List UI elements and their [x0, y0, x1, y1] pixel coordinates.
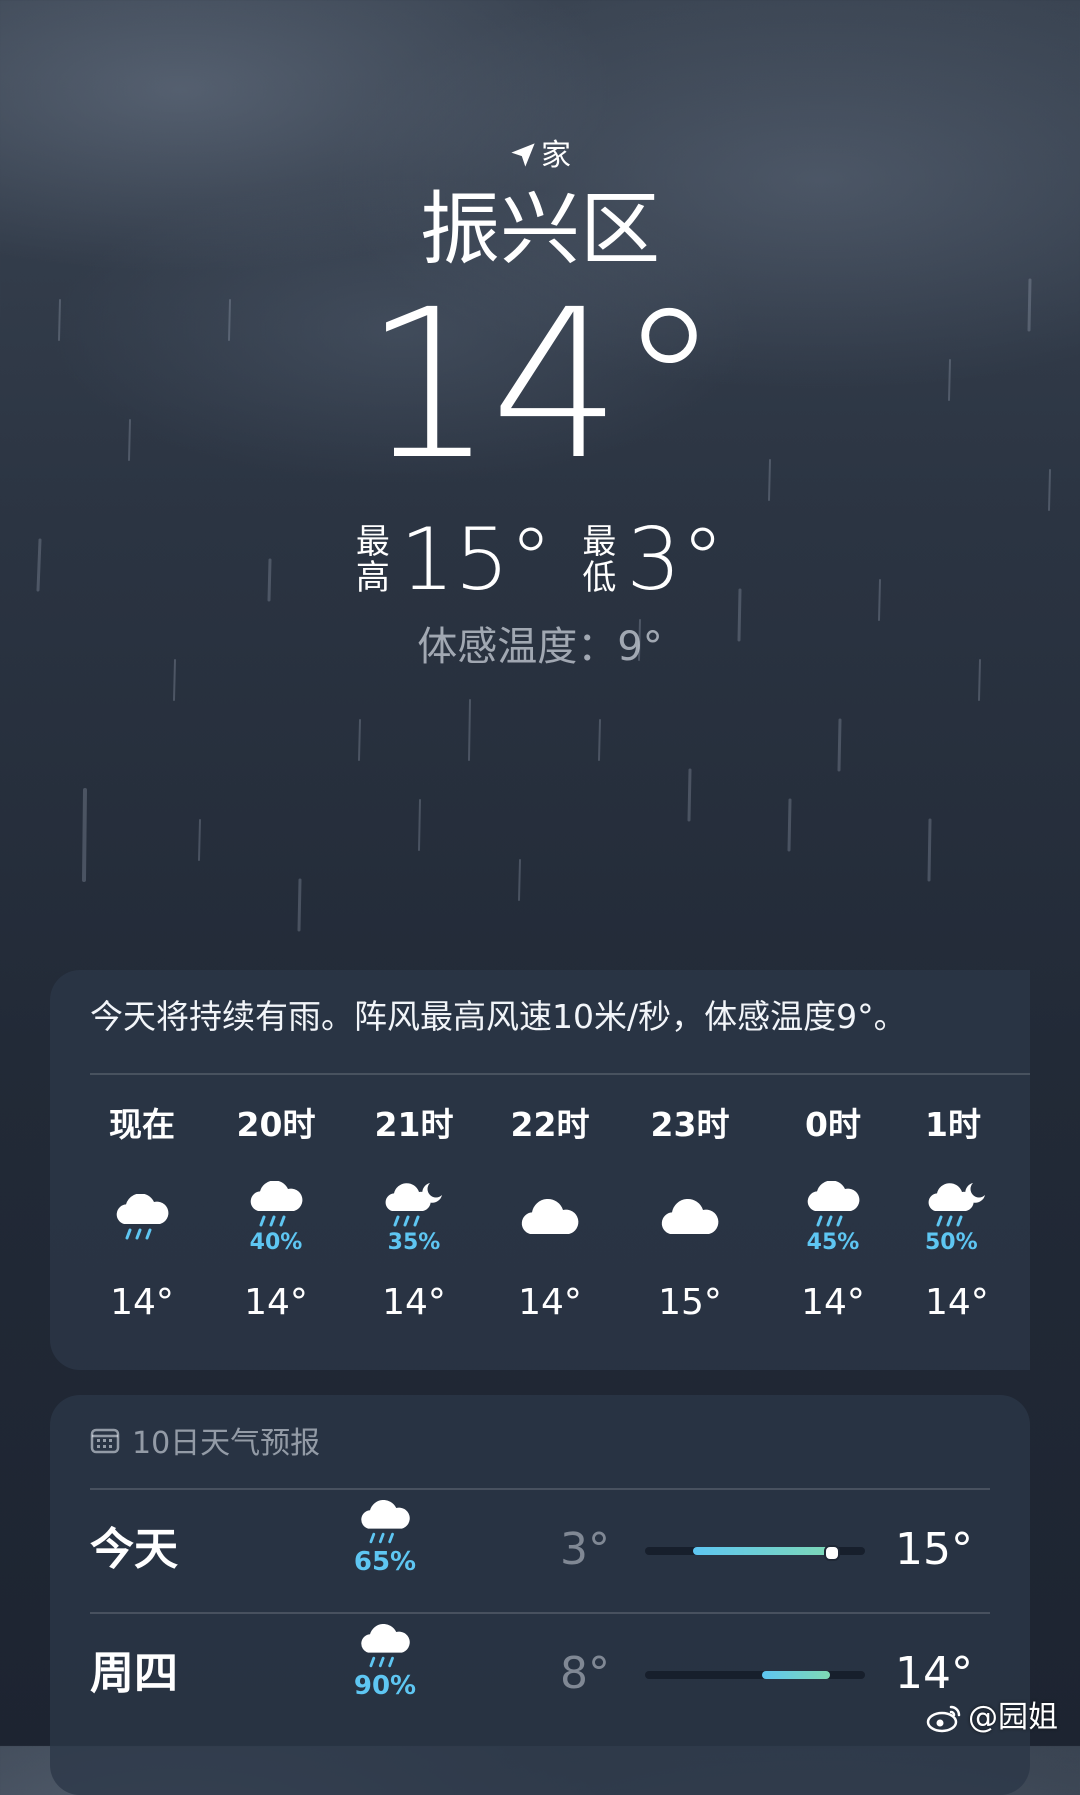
cloud-icon: [620, 1168, 760, 1268]
cloud-rain-icon: 40%: [206, 1168, 346, 1268]
hour-temp: 14°: [110, 1282, 174, 1323]
city-name: 振兴区: [420, 183, 660, 276]
day-low-temp: 8°: [560, 1648, 610, 1699]
low-label: 最 低: [582, 524, 616, 596]
cloud-rain-icon: [72, 1168, 212, 1268]
day-name: 今天: [90, 1524, 178, 1575]
current-temperature: 14°: [363, 265, 720, 505]
hour-item[interactable]: 现在 14°: [72, 1100, 212, 1328]
ten-day-title: 10日天气预报: [132, 1426, 321, 1461]
hour-item[interactable]: 22时 14°: [480, 1100, 620, 1328]
cloud-rain-icon: 90%: [340, 1624, 430, 1701]
high-temperature: 最 高 15°: [356, 515, 552, 605]
hour-time: 0时: [805, 1105, 861, 1144]
cloud-moon-rain-icon: 35%: [344, 1168, 484, 1268]
high-label-line-1: 最: [355, 522, 390, 562]
hour-time: 22时: [510, 1105, 590, 1144]
day-high-temp: 15°: [895, 1524, 973, 1575]
current-weather-header: 家 振兴区 14° 最 高 15° 最 低 3° 体感温度：9°: [0, 0, 1080, 700]
ten-day-header: 10日天气预报: [90, 1415, 320, 1465]
precip-chance: 45%: [806, 1230, 860, 1255]
divider: [90, 1073, 1030, 1075]
ten-day-forecast-card[interactable]: 10日天气预报 今天 65% 3° 15° 周四 90% 8° 14°: [50, 1395, 1030, 1795]
precip-chance: 50%: [925, 1230, 978, 1255]
temperature-range-bar: [645, 1545, 865, 1561]
current-temp-dot: [823, 1545, 840, 1561]
hour-temp: 14°: [801, 1282, 865, 1323]
cloud-moon-rain-icon: 50%: [925, 1168, 1030, 1268]
high-low-temperatures: 最 高 15° 最 低 3°: [0, 515, 1080, 605]
low-label-line-2: 低: [582, 558, 617, 598]
hour-time: 21时: [374, 1105, 454, 1144]
temperature-range-bar: [645, 1671, 865, 1679]
hour-time: 1时: [925, 1105, 981, 1144]
hour-time: 23时: [650, 1105, 730, 1144]
temperature-range-fill: [693, 1547, 839, 1555]
hour-time: 现在: [109, 1105, 175, 1144]
day-row[interactable]: 周四 90% 8° 14°: [90, 1614, 990, 1734]
high-value: 15°: [399, 510, 553, 610]
precip-chance: 35%: [387, 1230, 441, 1255]
hour-item[interactable]: 0时 45% 14°: [763, 1100, 903, 1328]
watermark-text: @园姐: [968, 1700, 1058, 1735]
hour-time: 20时: [236, 1105, 316, 1144]
high-label: 最 高: [356, 524, 390, 596]
hourly-forecast-card[interactable]: 今天将持续有雨。阵风最高风速10米/秒，体感温度9°。 现在 14° 20时 4…: [50, 970, 1030, 1370]
cloud-icon: [480, 1168, 620, 1268]
hour-item[interactable]: 1时 50% 14°: [895, 1100, 1030, 1328]
high-label-line-2: 高: [355, 558, 390, 598]
low-temperature: 最 低 3°: [582, 515, 724, 605]
cloud-rain-icon: 45%: [763, 1168, 903, 1268]
feels-like-temperature: 体感温度：9°: [417, 624, 663, 670]
day-name: 周四: [90, 1648, 178, 1699]
weibo-icon: [926, 1705, 961, 1733]
location-tag-label: 家: [541, 138, 571, 173]
precip-chance: 40%: [249, 1230, 303, 1255]
precip-chance: 65%: [353, 1547, 417, 1577]
day-row[interactable]: 今天 65% 3° 15°: [90, 1490, 990, 1610]
watermark: @园姐: [926, 1698, 1058, 1738]
hour-temp: 15°: [658, 1282, 722, 1323]
location-arrow-icon: [511, 143, 535, 167]
hour-item[interactable]: 21时 35% 14°: [344, 1100, 484, 1328]
calendar-icon: [90, 1428, 120, 1454]
location-tag: 家: [0, 138, 1080, 174]
cloud-rain-icon: 65%: [340, 1500, 430, 1577]
hour-item[interactable]: 20时 40% 14°: [206, 1100, 346, 1328]
day-high-temp: 14°: [895, 1648, 973, 1699]
low-label-line-1: 最: [582, 522, 617, 562]
low-value: 3°: [626, 510, 725, 610]
weather-summary: 今天将持续有雨。阵风最高风速10米/秒，体感温度9°。: [90, 997, 907, 1036]
hour-temp: 14°: [518, 1282, 582, 1323]
hour-temp: 14°: [925, 1282, 989, 1323]
hour-temp: 14°: [244, 1282, 308, 1323]
precip-chance: 90%: [353, 1671, 417, 1701]
temperature-range-fill: [761, 1671, 830, 1679]
day-low-temp: 3°: [560, 1524, 610, 1575]
hour-item[interactable]: 23时 15°: [620, 1100, 760, 1328]
hour-temp: 14°: [382, 1282, 446, 1323]
